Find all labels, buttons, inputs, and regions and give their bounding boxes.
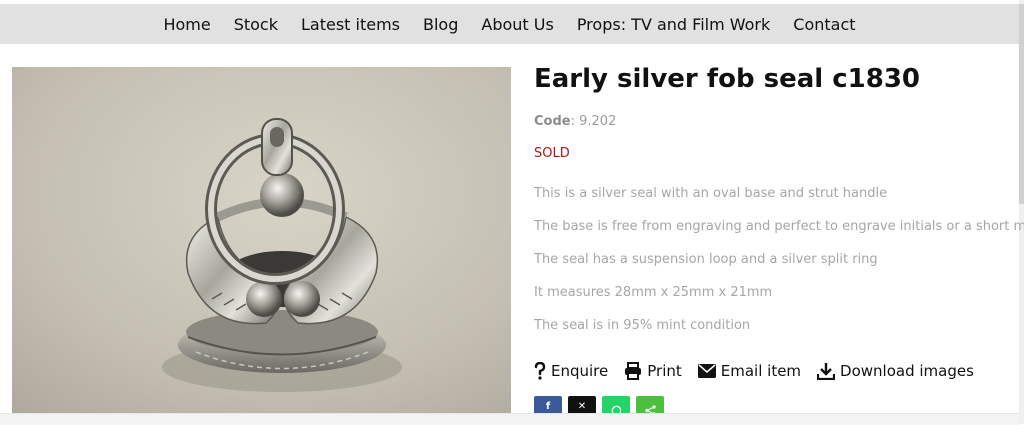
facebook-icon: f: [545, 401, 551, 412]
download-images-button[interactable]: Download images: [817, 362, 974, 380]
product-code-value: : 9.202: [570, 114, 617, 129]
printer-icon: [624, 362, 642, 380]
description-line: The seal has a suspension loop and a sil…: [534, 252, 878, 267]
x-twitter-icon: ✕: [577, 401, 587, 412]
product-actions: Enquire Print Email item Download images: [534, 362, 990, 380]
email-item-button[interactable]: Email item: [697, 362, 802, 380]
nav-blog[interactable]: Blog: [423, 15, 458, 34]
description-line: This is a silver seal with an oval base …: [534, 186, 888, 201]
print-label: Print: [647, 362, 682, 380]
download-images-label: Download images: [840, 362, 974, 380]
product-photo[interactable]: [12, 67, 511, 424]
nav-home[interactable]: Home: [163, 15, 210, 34]
enquire-label: Enquire: [551, 362, 609, 380]
question-icon: [534, 362, 546, 380]
page-bottom-strip: [0, 413, 1019, 425]
product-title: Early silver fob seal c1830: [534, 64, 921, 94]
nav-stock[interactable]: Stock: [234, 15, 278, 34]
product-code: Code: 9.202: [534, 114, 616, 129]
download-icon: [817, 362, 836, 380]
nav-about-us[interactable]: About Us: [481, 15, 553, 34]
nav-latest-items[interactable]: Latest items: [301, 15, 400, 34]
status-badge: SOLD: [534, 146, 570, 161]
print-button[interactable]: Print: [624, 362, 682, 380]
description-line: It measures 28mm x 25mm x 21mm: [534, 285, 773, 300]
description-line: The seal is in 95% mint condition: [534, 318, 751, 333]
main-navigation: Home Stock Latest items Blog About Us Pr…: [0, 4, 1019, 44]
email-item-label: Email item: [720, 362, 802, 380]
silver-fob-seal-photo: [12, 67, 511, 424]
description-line: The base is free from engraving and perf…: [534, 219, 1024, 234]
enquire-button[interactable]: Enquire: [534, 362, 608, 380]
nav-contact[interactable]: Contact: [793, 15, 855, 34]
scrollbar-thumb[interactable]: [1019, 4, 1024, 204]
envelope-icon: [697, 364, 716, 378]
nav-props[interactable]: Props: TV and Film Work: [577, 15, 770, 34]
product-code-label: Code: [534, 114, 571, 129]
